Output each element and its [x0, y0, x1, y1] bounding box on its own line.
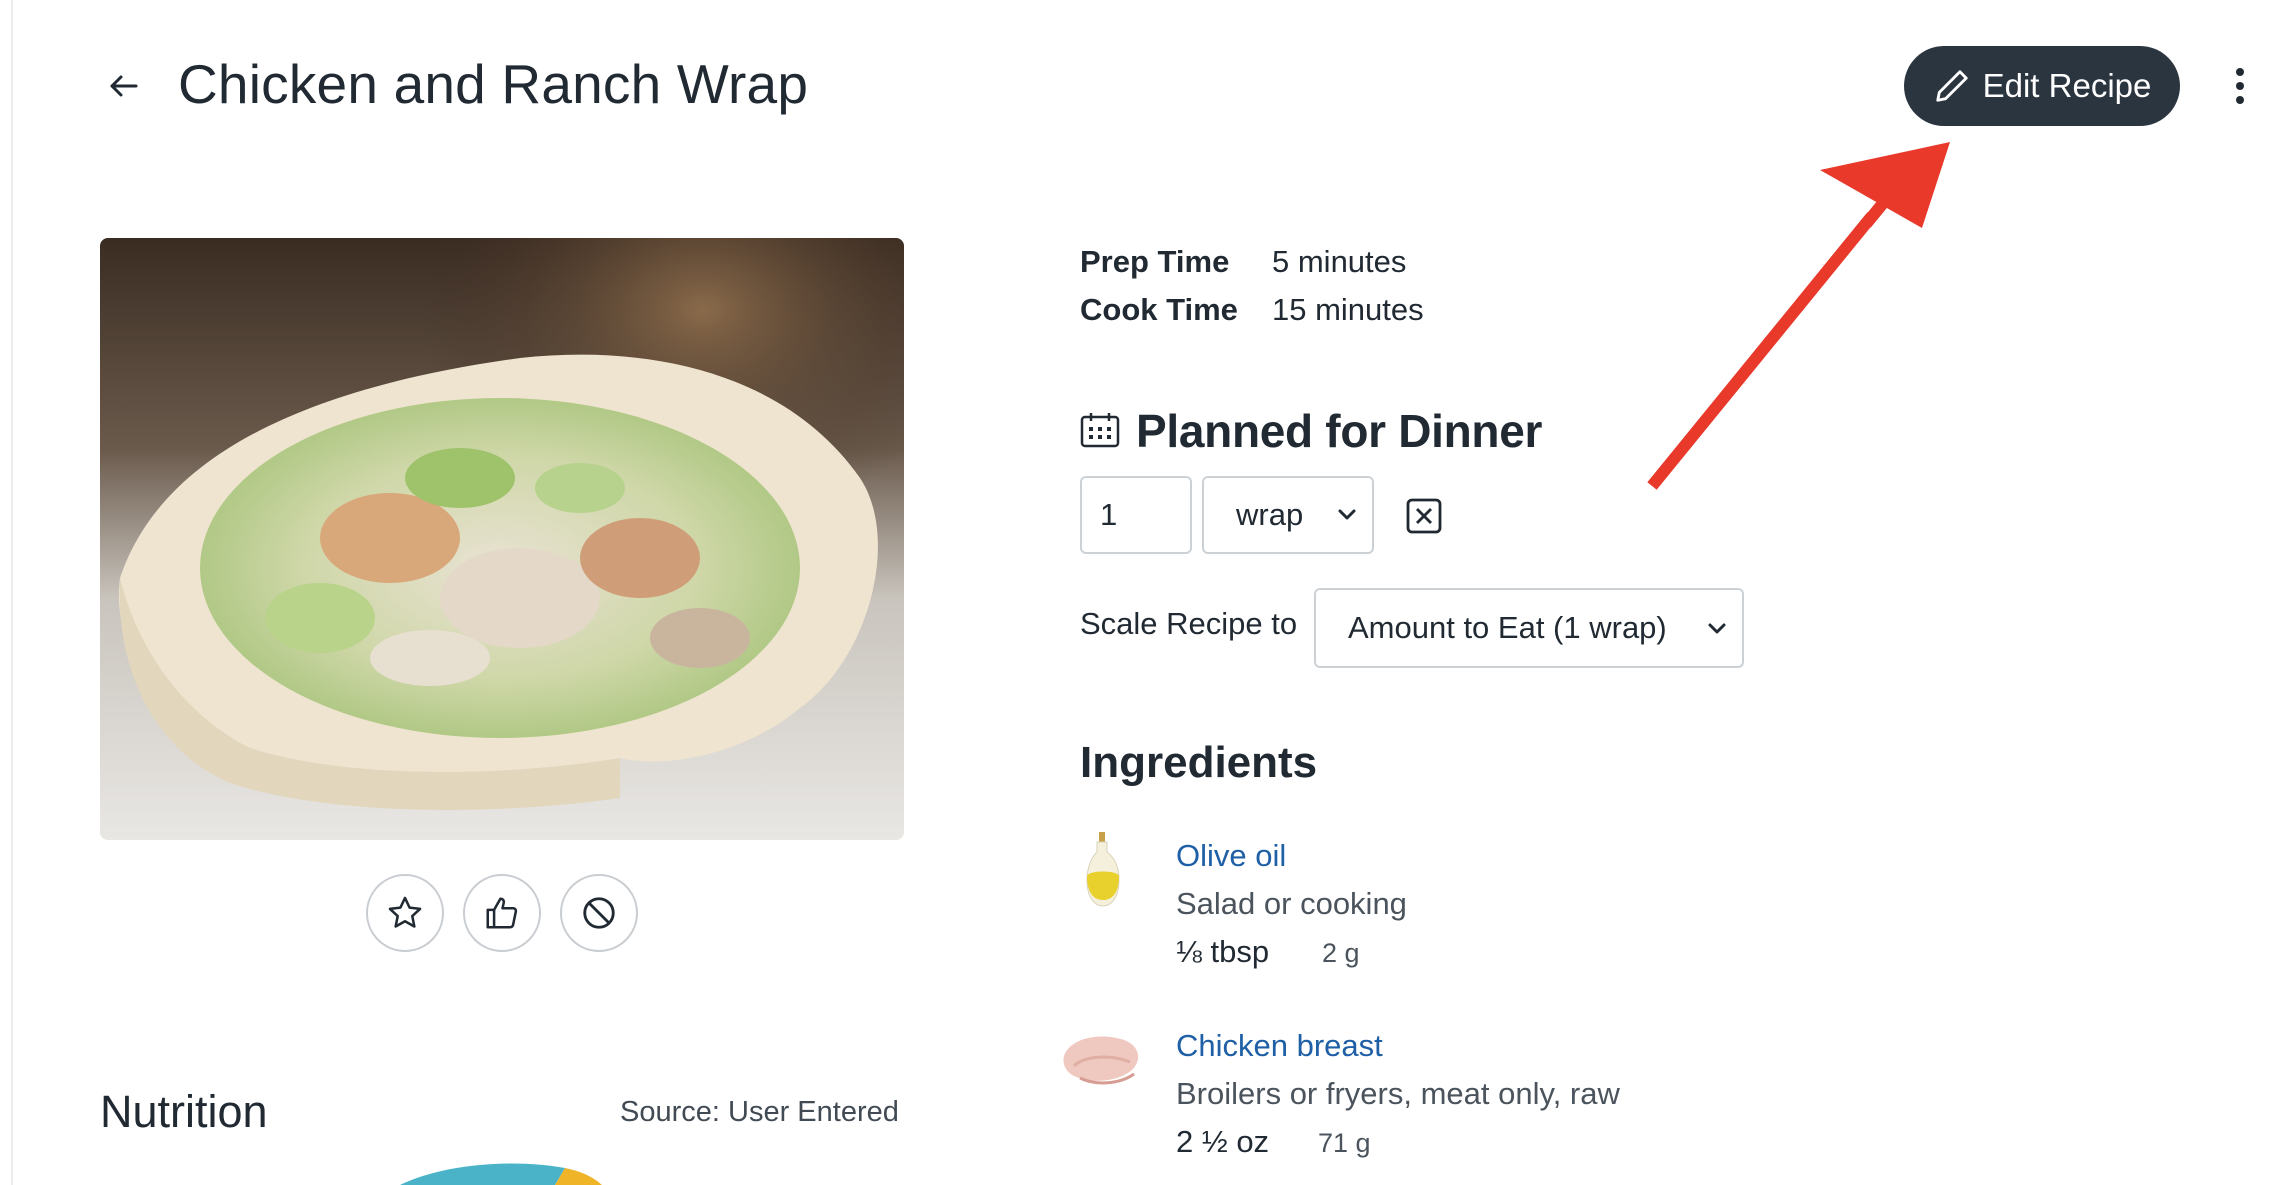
like-button[interactable] [463, 874, 541, 952]
cook-time-label: Cook Time [1080, 292, 1238, 327]
ingredient-description: Salad or cooking [1176, 886, 1407, 921]
edit-recipe-button[interactable]: Edit Recipe [1904, 46, 2180, 126]
ingredient-grams: 71 g [1318, 1128, 1371, 1158]
thumbs-up-icon [486, 897, 518, 929]
left-border [0, 0, 13, 1185]
ingredients-title: Ingredients [1080, 738, 1318, 787]
calendar-icon [1080, 413, 1120, 448]
more-vertical-icon [2236, 68, 2244, 104]
scale-recipe-label: Scale Recipe to [1080, 606, 1298, 641]
recipe-image [100, 238, 904, 840]
scale-recipe-select[interactable]: Amount to Eat (1 wrap) [1314, 588, 1744, 668]
chicken-breast-icon [1060, 1026, 1146, 1094]
chevron-down-icon [1338, 509, 1356, 520]
block-button[interactable] [560, 874, 638, 952]
quantity-input[interactable]: 1 [1080, 476, 1192, 554]
arrow-left-icon [110, 75, 138, 97]
planned-meal-title: Planned for Dinner [1136, 405, 1543, 457]
unit-value: wrap [1236, 497, 1304, 532]
annotation-arrow [1647, 142, 1950, 490]
chevron-down-icon [1708, 623, 1726, 634]
unit-select[interactable]: wrap [1202, 476, 1374, 554]
more-options-button[interactable] [2220, 58, 2260, 114]
prep-time-value: 5 minutes [1272, 244, 1407, 279]
ingredient-description: Broilers or fryers, meat only, raw [1176, 1076, 1620, 1111]
ingredient-name-chicken-breast[interactable]: Chicken breast [1176, 1028, 1383, 1064]
ingredient-name-olive-oil[interactable]: Olive oil [1176, 838, 1286, 874]
remove-plan-button[interactable] [1406, 498, 1442, 534]
star-icon [388, 896, 422, 928]
chart-slice-teal [400, 1163, 565, 1185]
page-title: Chicken and Ranch Wrap [178, 53, 809, 115]
olive-oil-icon [1078, 830, 1128, 910]
quantity-value: 1 [1100, 497, 1118, 532]
nutrition-source: Source: User Entered [620, 1096, 899, 1128]
ban-icon [583, 897, 615, 929]
nutrition-chart [400, 1163, 602, 1185]
cook-time-value: 15 minutes [1272, 292, 1424, 327]
prep-time-label: Prep Time [1080, 244, 1230, 279]
pencil-icon [1935, 70, 1968, 102]
edit-recipe-label: Edit Recipe [1982, 67, 2152, 104]
nutrition-title: Nutrition [100, 1086, 268, 1137]
back-button[interactable] [96, 58, 152, 114]
ingredient-amount: ⅛ tbsp [1176, 934, 1270, 969]
favorite-button[interactable] [366, 874, 444, 952]
ingredient-amount: 2 ½ oz [1176, 1124, 1270, 1159]
scale-recipe-value: Amount to Eat (1 wrap) [1348, 610, 1667, 645]
ingredient-grams: 2 g [1322, 938, 1360, 968]
